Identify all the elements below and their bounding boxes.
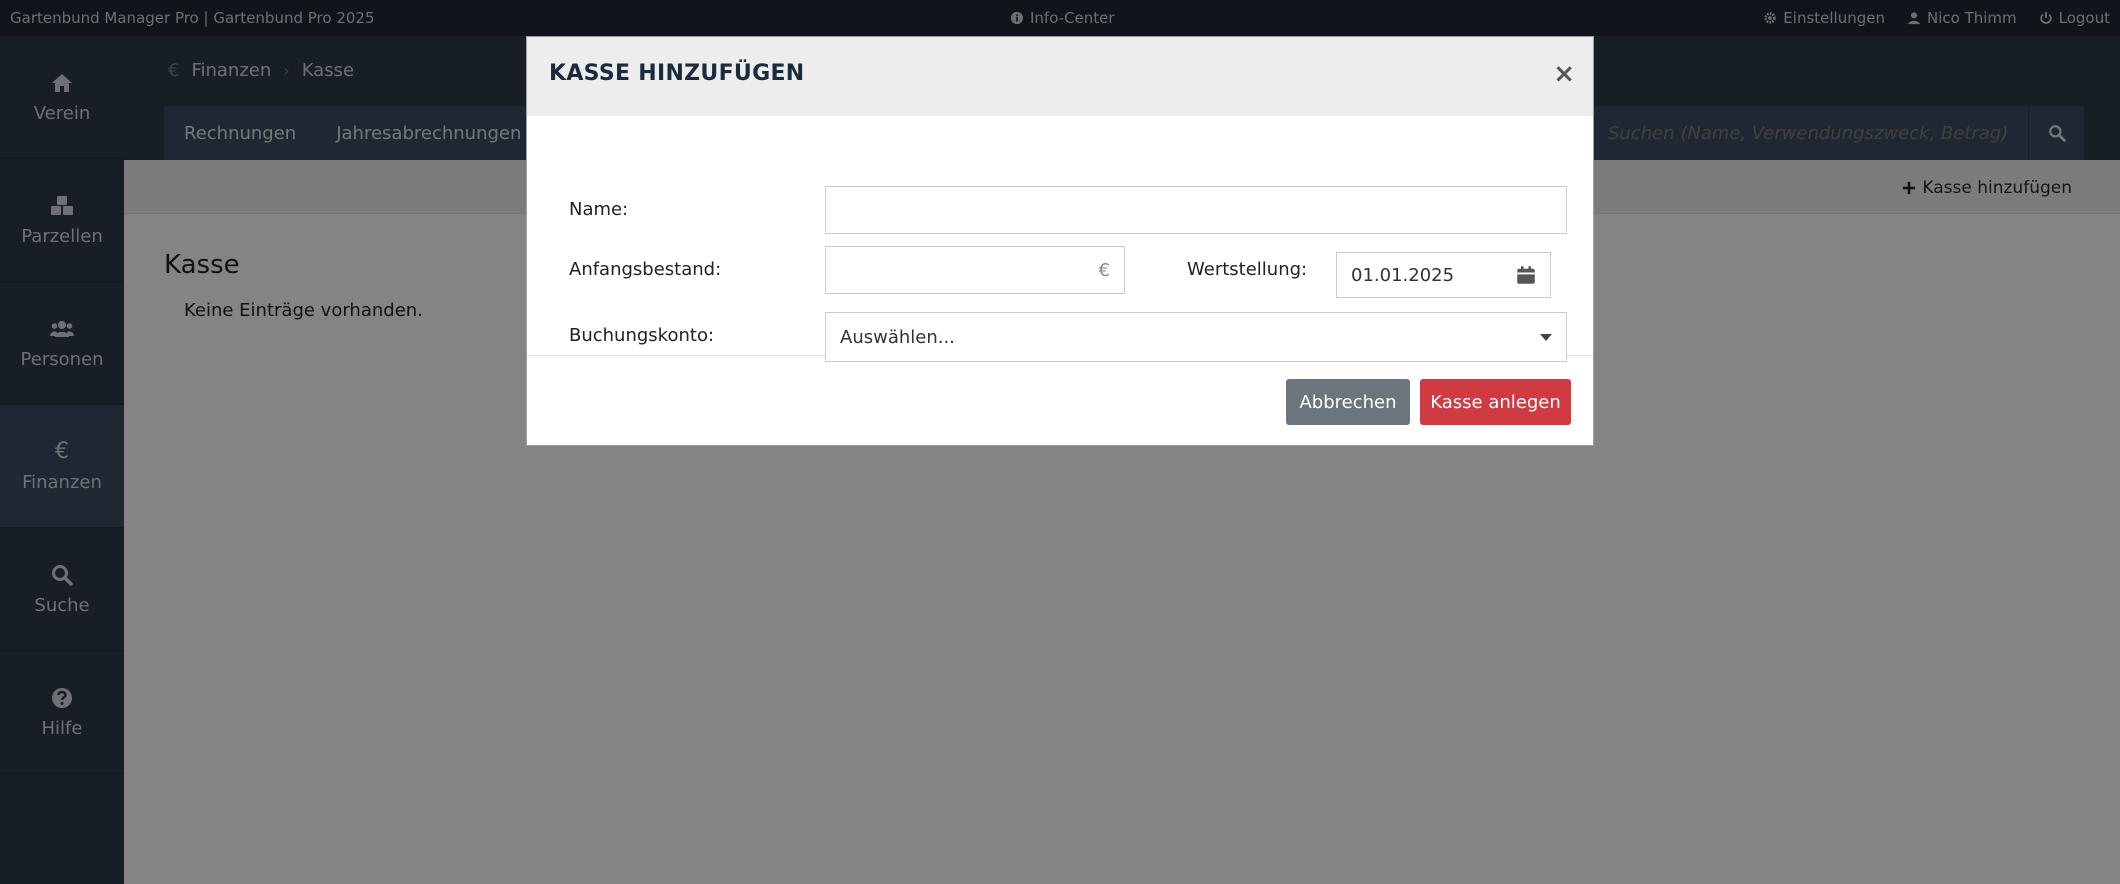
booking-account-label: Buchungskonto: xyxy=(569,325,715,346)
value-date-label: Wertstellung: xyxy=(1187,259,1308,280)
add-cash-register-modal: KASSE HINZUFÜGEN × Name: Anfangsbestand:… xyxy=(526,36,1594,446)
calendar-icon[interactable] xyxy=(1516,265,1536,285)
close-icon[interactable]: × xyxy=(1553,59,1575,89)
chevron-down-icon xyxy=(1540,333,1552,341)
euro-icon: € xyxy=(1098,259,1110,281)
booking-account-select[interactable]: Auswählen... xyxy=(825,312,1567,362)
value-date-value: 01.01.2025 xyxy=(1351,264,1455,286)
opening-balance-field[interactable]: € xyxy=(825,246,1125,294)
name-field[interactable] xyxy=(825,186,1567,234)
name-input[interactable] xyxy=(840,199,1552,221)
modal-title: KASSE HINZUFÜGEN xyxy=(549,61,805,86)
create-cash-register-button[interactable]: Kasse anlegen xyxy=(1420,379,1571,425)
name-label: Name: xyxy=(569,199,629,220)
modal-header: KASSE HINZUFÜGEN × xyxy=(527,37,1593,116)
opening-balance-input[interactable] xyxy=(840,259,1099,281)
opening-balance-label: Anfangsbestand: xyxy=(569,259,722,280)
modal-body: Name: Anfangsbestand: € Wertstellung: 01… xyxy=(527,116,1593,362)
value-date-field[interactable]: 01.01.2025 xyxy=(1336,252,1551,298)
cancel-button[interactable]: Abbrechen xyxy=(1286,379,1410,425)
booking-account-value: Auswählen... xyxy=(840,326,955,348)
